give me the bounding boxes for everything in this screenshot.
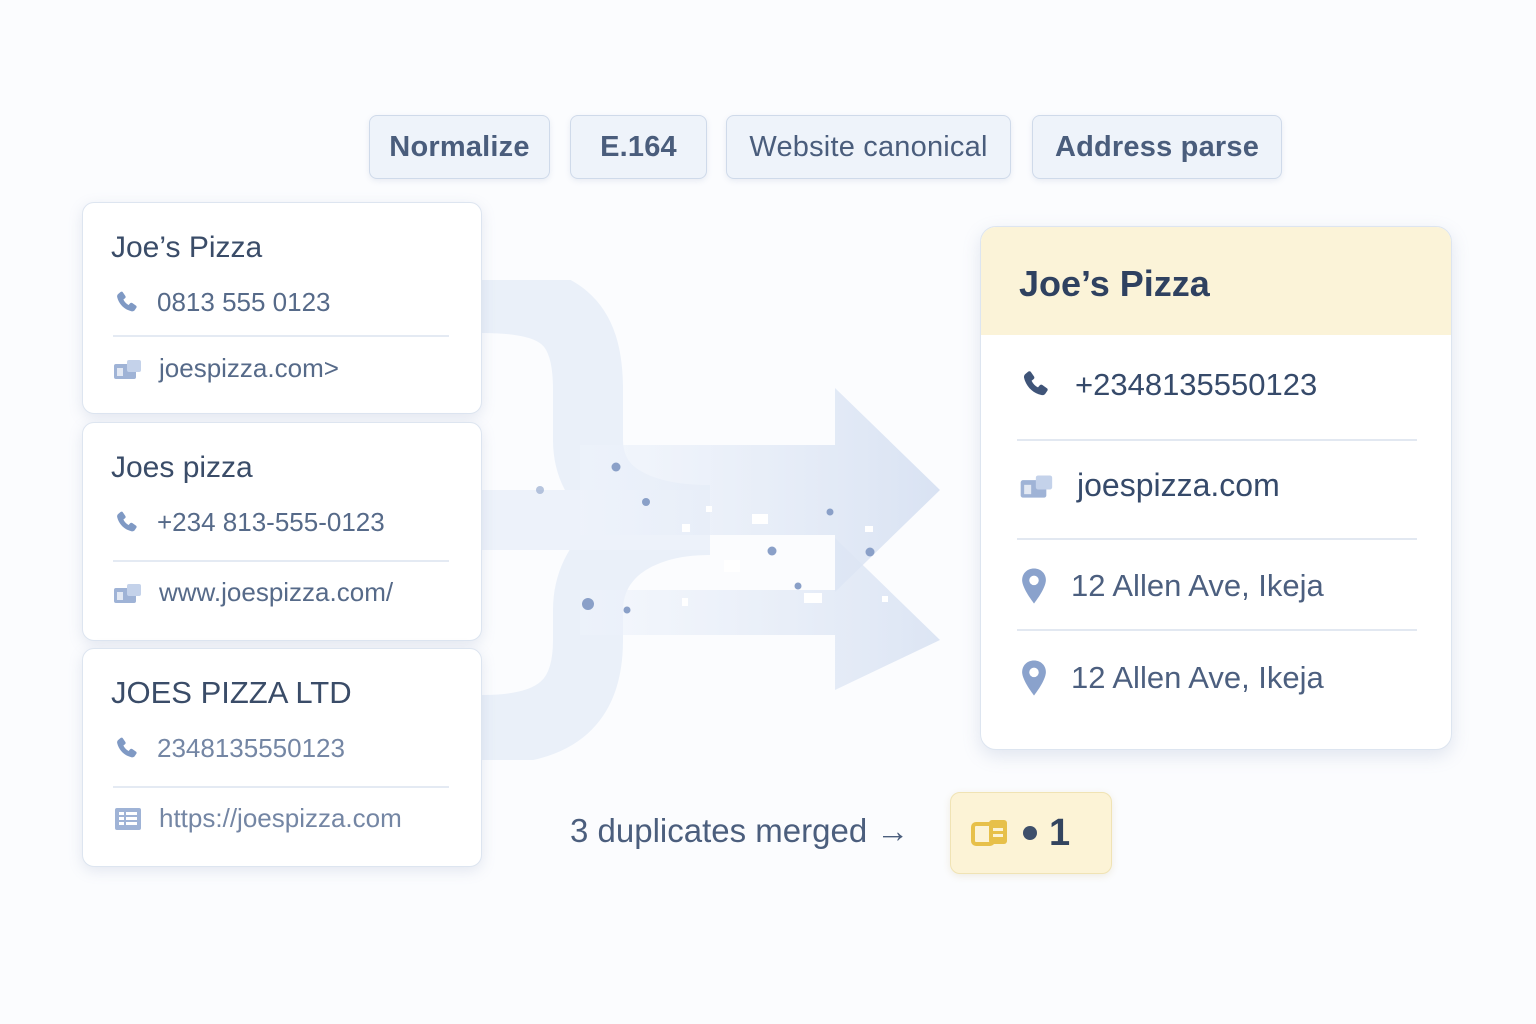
phone-icon [113, 288, 141, 318]
merged-address-1: 12 Allen Ave, Ikeja [1071, 568, 1324, 603]
dedupe-illustration: Normalize E.164 Website canonical Addres… [0, 0, 1536, 1024]
location-pin-icon [1019, 659, 1049, 697]
merged-website[interactable]: joespizza.com [1077, 467, 1280, 504]
divider [113, 335, 449, 337]
separator-dot [1023, 826, 1037, 840]
merged-count-badge[interactable]: 1 [950, 792, 1112, 874]
divider [1017, 439, 1417, 441]
chip-e164[interactable]: E.164 [570, 115, 707, 179]
merged-count: 1 [1049, 811, 1071, 854]
source-name: JOES PIZZA LTD [111, 675, 352, 710]
chip-normalize[interactable]: Normalize [369, 115, 550, 179]
chip-label: Website canonical [749, 130, 988, 163]
chip-address-parse[interactable]: Address parse [1032, 115, 1282, 179]
divider [1017, 538, 1417, 540]
chip-label: E.164 [600, 130, 677, 163]
phone-icon [113, 734, 141, 764]
merged-name: Joe’s Pizza [1019, 263, 1210, 304]
source-website[interactable]: joespizza.com> [159, 353, 339, 384]
chip-website-canonical[interactable]: Website canonical [726, 115, 1011, 179]
website-icon [113, 357, 143, 381]
source-website[interactable]: www.joespizza.com/ [159, 577, 393, 608]
phone-icon [1019, 367, 1053, 403]
location-pin-icon [1019, 567, 1049, 605]
duplicates-merged-label: 3 duplicates merged → [570, 812, 910, 849]
source-card-2[interactable]: Joes pizza +234 813-555-0123 www.joespiz… [82, 422, 482, 641]
divider [113, 786, 449, 788]
phone-icon [113, 508, 141, 538]
merged-address-2: 12 Allen Ave, Ikeja [1071, 660, 1324, 695]
merged-record-header: Joe’s Pizza [981, 227, 1451, 335]
source-phone: +234 813-555-0123 [157, 507, 385, 537]
merged-phone: +2348135550123 [1075, 367, 1318, 402]
chip-label: Address parse [1054, 130, 1260, 163]
source-phone: 2348135550123 [157, 733, 345, 763]
document-list-icon [113, 806, 143, 832]
merged-record-card[interactable]: Joe’s Pizza +2348135550123 joespizza.com… [980, 226, 1452, 750]
source-card-3[interactable]: JOES PIZZA LTD 2348135550123 https://joe… [82, 648, 482, 867]
source-phone: 0813 555 0123 [157, 287, 331, 317]
website-icon [1019, 472, 1055, 500]
merged-record-icon [971, 818, 1011, 848]
source-website[interactable]: https://joespizza.com [159, 803, 402, 834]
source-name: Joe’s Pizza [111, 231, 263, 264]
divider [113, 560, 449, 562]
source-name: Joes pizza [111, 451, 253, 484]
source-card-1[interactable]: Joe’s Pizza 0813 555 0123 joespizza.com> [82, 202, 482, 414]
divider [1017, 629, 1417, 631]
website-icon [113, 581, 143, 605]
chip-label: Normalize [389, 130, 530, 163]
merge-flow-arrow-icon [481, 280, 940, 760]
